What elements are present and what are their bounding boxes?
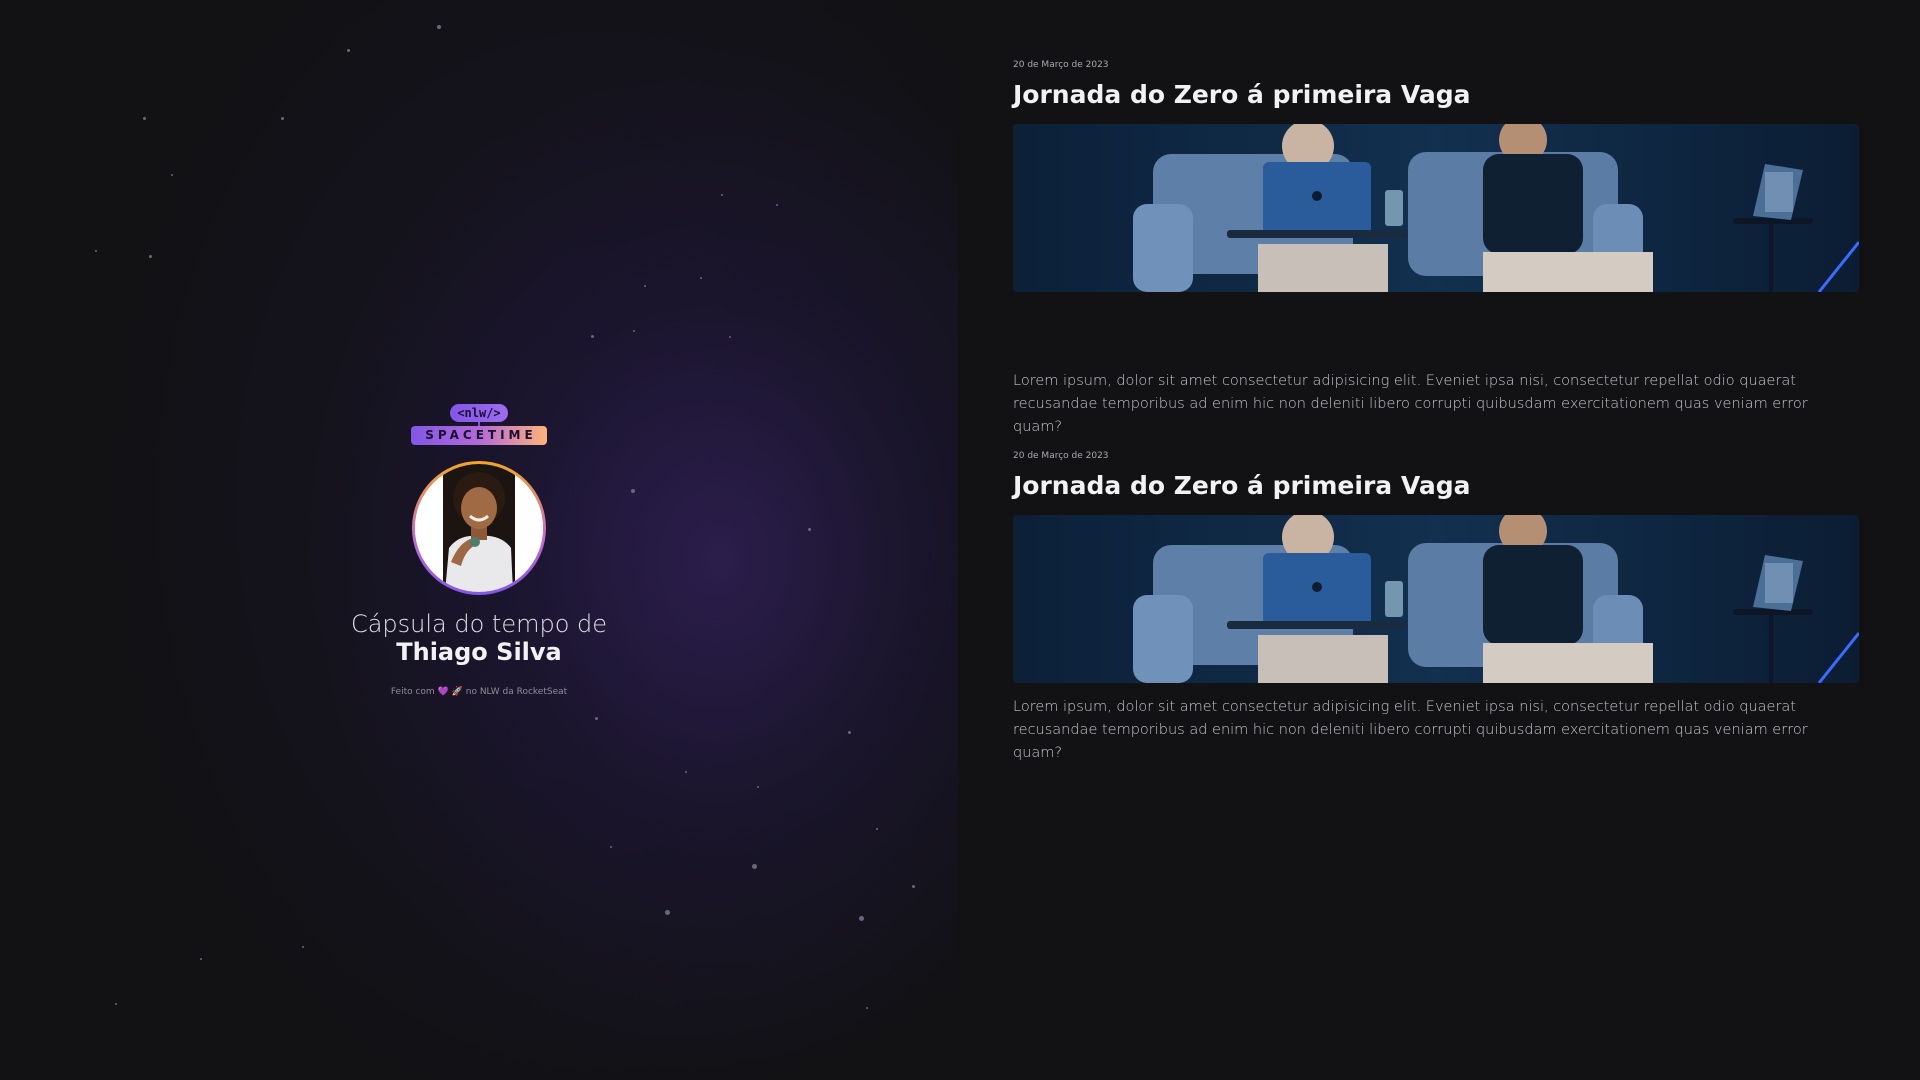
memory-cover-image: [1013, 124, 1859, 292]
footer-link-rocketseat[interactable]: no NLW da RocketSeat: [466, 687, 567, 697]
memory-date: 20 de Março de 2023: [1013, 451, 1109, 461]
footer-prefix: Feito com: [390, 687, 435, 697]
memory-card: 20 de Março de 2023 Jornada do Zero á pr…: [1013, 443, 1859, 765]
heading-user-name: Thiago Silva: [396, 638, 562, 666]
app-root: <nlw/> SPACETIME Cápsula do tempo de Thi…: [0, 0, 1920, 1080]
rocket-icon: 🚀: [451, 687, 463, 697]
footer-credit: Feito com 💜 🚀 no NLW da RocketSeat: [391, 687, 567, 697]
memory-title: Jornada do Zero á primeira Vaga: [1013, 80, 1471, 109]
memory-card: 20 de Março de 2023 Jornada do Zero á pr…: [1013, 52, 1859, 439]
heart-icon: 💜: [437, 687, 449, 697]
memory-title: Jornada do Zero á primeira Vaga: [1013, 471, 1471, 500]
memories-feed[interactable]: 20 de Março de 2023 Jornada do Zero á pr…: [958, 0, 1920, 1080]
nlw-spacetime-logo[interactable]: <nlw/> SPACETIME: [411, 404, 547, 445]
memory-date: 20 de Março de 2023: [1013, 60, 1109, 70]
avatar-photo: [415, 464, 543, 592]
heading-prefix: Cápsula do tempo de: [350, 610, 608, 638]
profile-section: <nlw/> SPACETIME Cápsula do tempo de Thi…: [269, 404, 689, 697]
avatar[interactable]: [412, 461, 546, 595]
memory-photo: [1013, 515, 1859, 683]
memory-photo: [1013, 124, 1859, 292]
logo-name: SPACETIME: [411, 426, 547, 445]
memory-content: Lorem ipsum, dolor sit amet consectetur …: [1013, 699, 1808, 761]
memory-content: Lorem ipsum, dolor sit amet consectetur …: [1013, 373, 1808, 435]
memory-cover-image: [1013, 515, 1859, 683]
logo-tag: <nlw/>: [450, 404, 508, 422]
avatar-image: [415, 464, 543, 592]
left-panel: <nlw/> SPACETIME Cápsula do tempo de Thi…: [0, 0, 958, 1080]
